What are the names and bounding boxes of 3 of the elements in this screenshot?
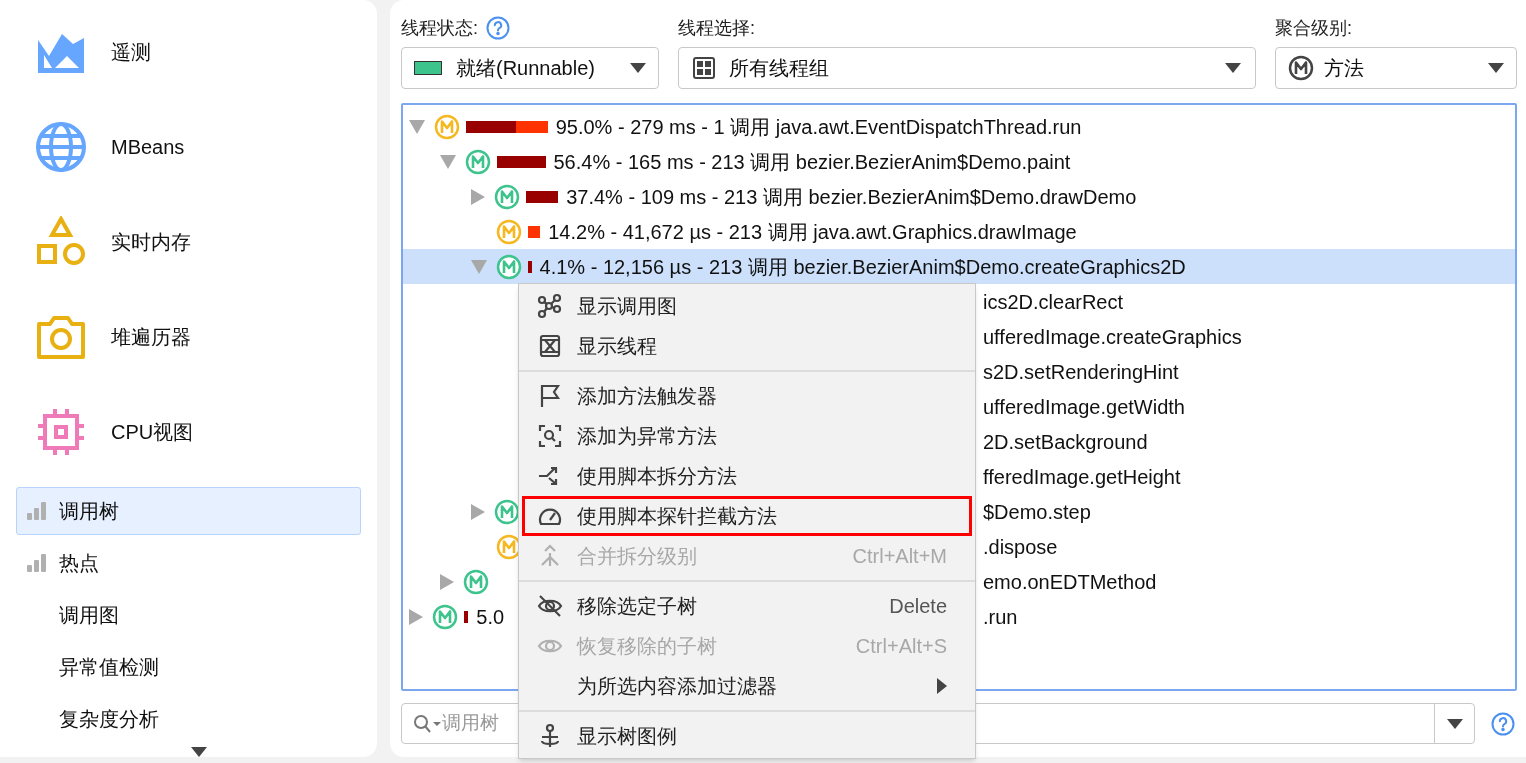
field-label: 线程选择: xyxy=(678,16,755,40)
field-label: 聚合级别: xyxy=(1275,16,1352,40)
field-label: 线程状态: xyxy=(401,16,478,40)
